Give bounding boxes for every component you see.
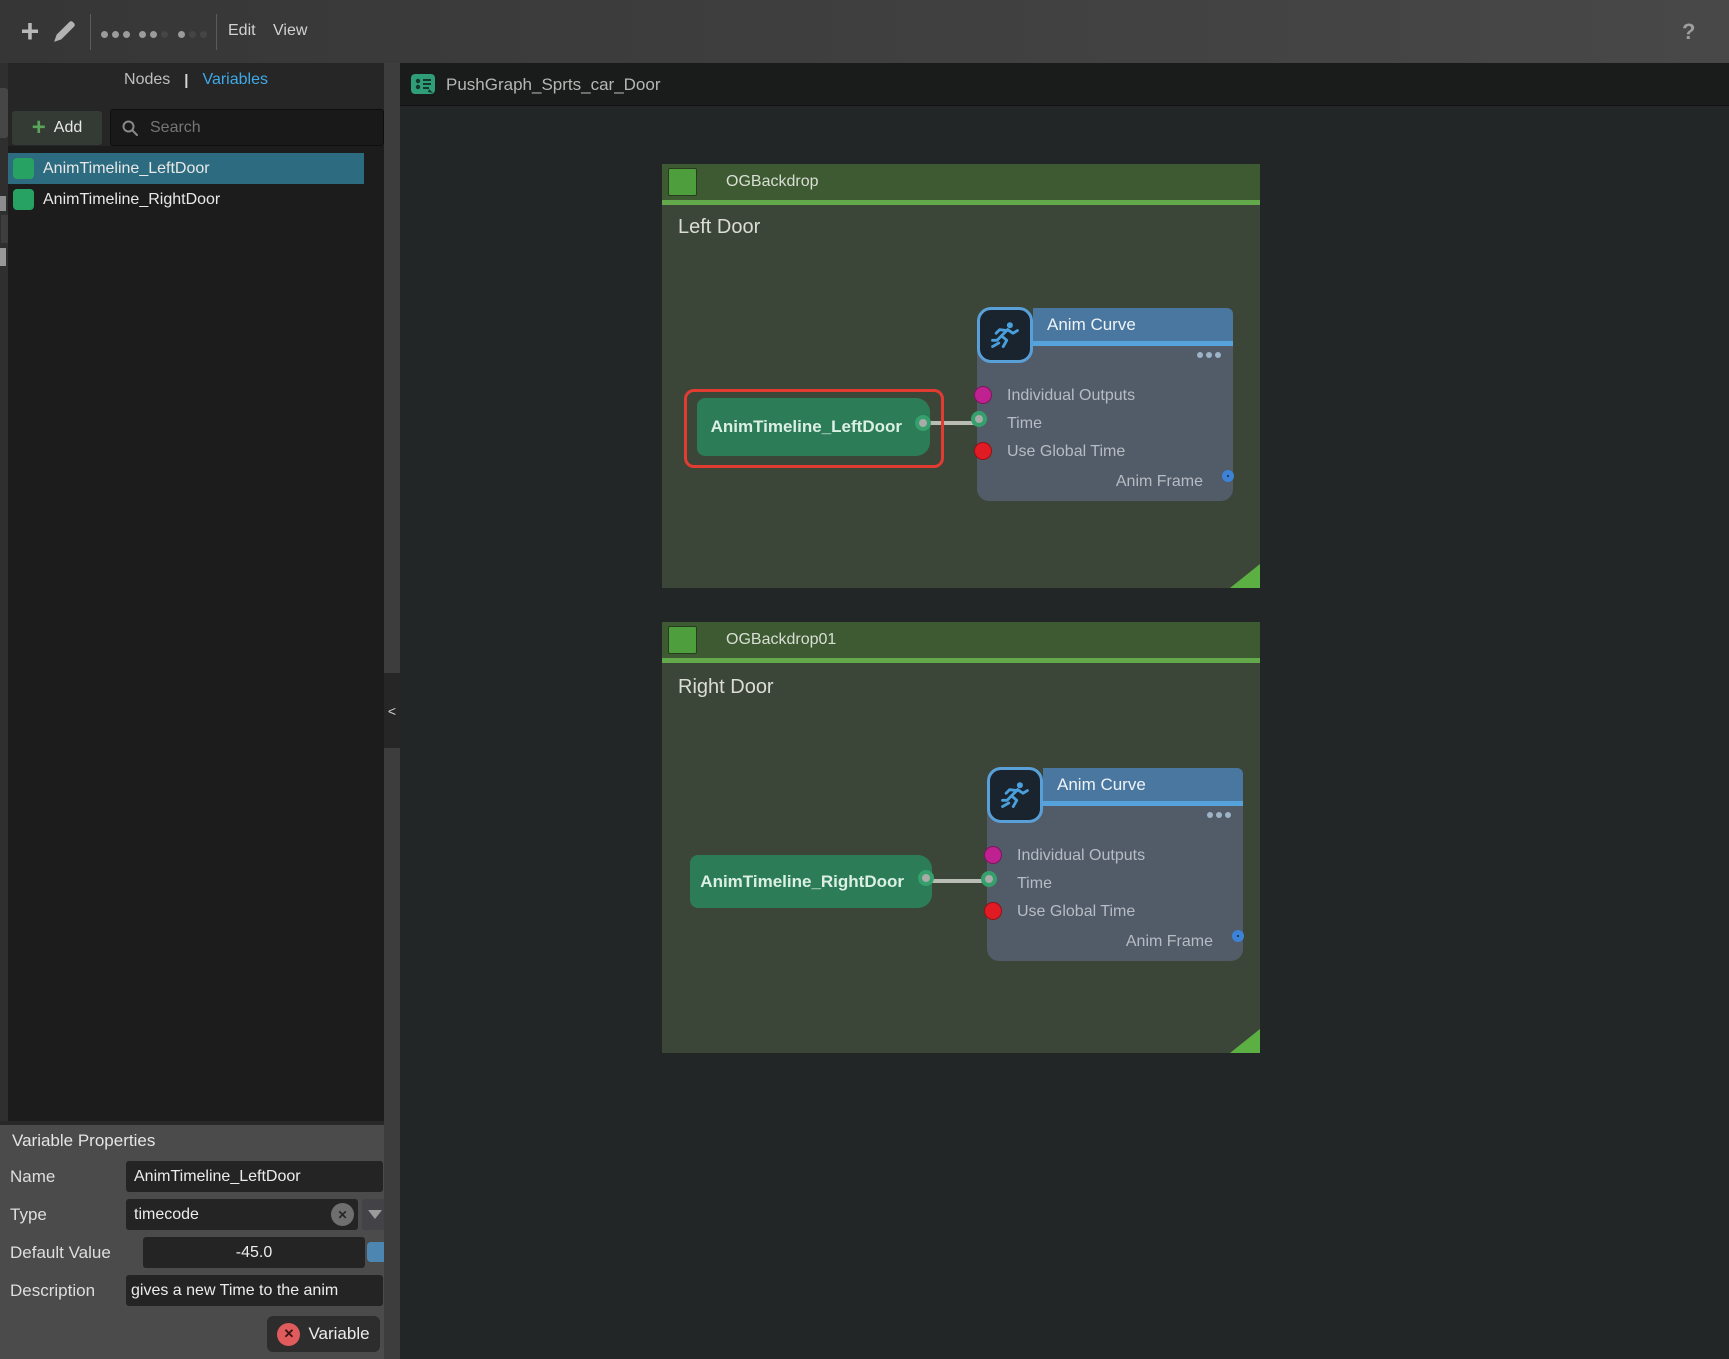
- default-value-label: Default Value: [10, 1243, 111, 1263]
- port-label: Anim Frame: [1126, 933, 1213, 951]
- port-label: Use Global Time: [1017, 903, 1135, 921]
- search-input[interactable]: [148, 118, 373, 138]
- node-menu-icon[interactable]: [1207, 812, 1231, 818]
- anim-curve-node[interactable]: Anim Curve Individual Outputs Time Use G…: [977, 307, 1233, 501]
- plus-icon: +: [32, 116, 46, 140]
- description-field[interactable]: [126, 1275, 383, 1306]
- variable-list: [8, 146, 384, 1121]
- toolbar-divider: [90, 14, 91, 50]
- variable-type-swatch-icon: [13, 158, 34, 179]
- backdrop-caption: Right Door: [678, 676, 774, 699]
- node-title-bar[interactable]: Anim Curve: [1033, 308, 1233, 341]
- graph-icon: [410, 71, 436, 97]
- port-time[interactable]: [981, 871, 997, 887]
- port-individual-outputs[interactable]: [974, 386, 992, 404]
- graph-tab-title[interactable]: PushGraph_Sprts_car_Door: [446, 63, 661, 106]
- plus-icon[interactable]: +: [14, 14, 46, 48]
- type-label: Type: [10, 1205, 47, 1225]
- port-label: Time: [1007, 415, 1042, 433]
- layout-option-icon-1[interactable]: [101, 31, 130, 39]
- toolbar-divider: [216, 14, 217, 50]
- variable-node-rightdoor[interactable]: AnimTimeline_RightDoor: [690, 855, 932, 908]
- clear-type-icon[interactable]: ✕: [331, 1203, 354, 1226]
- pencil-icon[interactable]: [50, 18, 78, 46]
- anim-curve-node[interactable]: Anim Curve Individual Outputs Time Use G…: [987, 767, 1243, 961]
- tab-separator: |: [184, 72, 188, 89]
- add-variable-button[interactable]: + Add: [12, 111, 102, 145]
- backdrop-caption: Left Door: [678, 216, 760, 239]
- tab-variables[interactable]: Variables: [202, 71, 268, 89]
- port-use-global-time[interactable]: [974, 442, 992, 460]
- search-icon: [121, 119, 139, 137]
- default-value-field[interactable]: [143, 1237, 365, 1268]
- chevron-down-icon: [368, 1210, 382, 1219]
- layout-option-icon-2[interactable]: [139, 31, 168, 39]
- variable-list-item[interactable]: AnimTimeline_LeftDoor: [8, 153, 364, 184]
- backdrop-color-swatch: [668, 626, 697, 654]
- backdrop-header[interactable]: OGBackdrop01: [662, 622, 1260, 658]
- port-anim-frame[interactable]: [1232, 930, 1244, 942]
- menu-view[interactable]: View: [273, 22, 307, 40]
- properties-title: Variable Properties: [12, 1131, 155, 1151]
- type-field[interactable]: [126, 1199, 358, 1230]
- name-label: Name: [10, 1167, 55, 1187]
- anim-curve-runner-icon: [977, 307, 1033, 363]
- collapse-panel-button[interactable]: <: [384, 673, 400, 748]
- variable-list-item[interactable]: AnimTimeline_RightDoor: [8, 184, 364, 215]
- node-accent-line: [1033, 341, 1233, 346]
- backdrop-accent-line: [662, 200, 1260, 205]
- backdrop-resize-handle[interactable]: [1230, 564, 1260, 588]
- port-anim-frame[interactable]: [1222, 470, 1234, 482]
- port-label: Use Global Time: [1007, 443, 1125, 461]
- delete-variable-button[interactable]: ✕ Variable: [267, 1316, 380, 1352]
- sidebar-tab-bar: Nodes | Variables: [8, 63, 384, 97]
- edge-strip-mark: [1, 215, 8, 243]
- backdrop-accent-line: [662, 658, 1260, 663]
- variable-output-port[interactable]: [918, 870, 934, 886]
- anim-curve-runner-icon: [987, 767, 1043, 823]
- backdrop-resize-handle[interactable]: [1230, 1029, 1260, 1053]
- port-label: Time: [1017, 875, 1052, 893]
- edge-strip-mark: [0, 88, 8, 138]
- port-label: Individual Outputs: [1017, 847, 1145, 865]
- variable-node-leftdoor[interactable]: AnimTimeline_LeftDoor: [697, 398, 930, 456]
- name-field[interactable]: [126, 1161, 383, 1192]
- app-window: + Edit View ? Nodes | Variables + Add: [0, 0, 1729, 1359]
- node-title-bar[interactable]: Anim Curve: [1043, 768, 1243, 801]
- port-label: Anim Frame: [1116, 473, 1203, 491]
- port-time[interactable]: [971, 411, 987, 427]
- port-individual-outputs[interactable]: [984, 846, 1002, 864]
- edge-strip-mark: [0, 196, 6, 211]
- port-label: Individual Outputs: [1007, 387, 1135, 405]
- help-icon[interactable]: ?: [1682, 19, 1695, 45]
- variable-type-swatch-icon: [13, 189, 34, 210]
- variable-search-box[interactable]: [110, 109, 384, 146]
- backdrop-title: OGBackdrop: [726, 164, 818, 200]
- edge-strip-mark: [0, 248, 6, 266]
- menu-edit[interactable]: Edit: [228, 22, 256, 40]
- layout-option-icon-3[interactable]: [178, 31, 207, 39]
- port-use-global-time[interactable]: [984, 902, 1002, 920]
- delete-x-icon: ✕: [277, 1323, 300, 1346]
- backdrop-title: OGBackdrop01: [726, 622, 836, 658]
- description-label: Description: [10, 1281, 95, 1301]
- top-toolbar: + Edit View ?: [0, 0, 1729, 63]
- node-menu-icon[interactable]: [1197, 352, 1221, 358]
- backdrop-color-swatch: [668, 168, 697, 196]
- variable-output-port[interactable]: [915, 415, 931, 431]
- backdrop-header[interactable]: OGBackdrop: [662, 164, 1260, 200]
- tab-nodes[interactable]: Nodes: [124, 71, 170, 89]
- node-accent-line: [1043, 801, 1243, 806]
